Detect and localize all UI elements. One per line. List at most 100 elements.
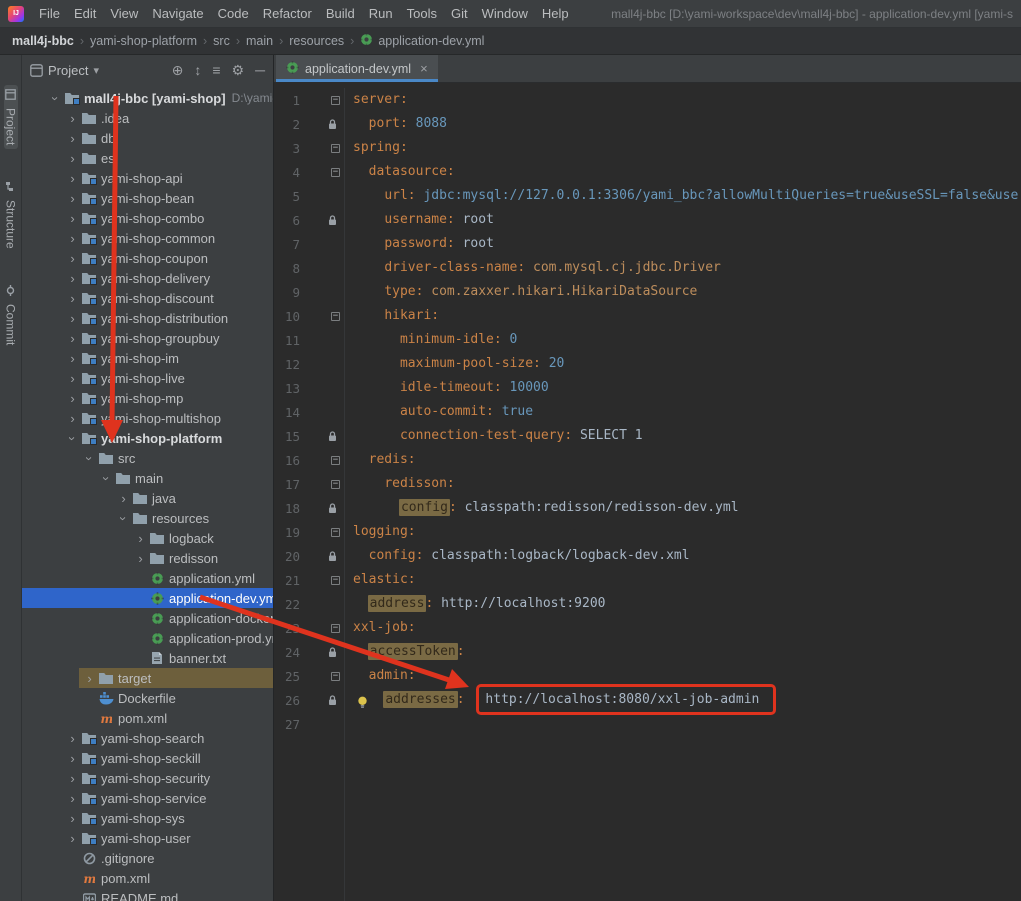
- menu-navigate[interactable]: Navigate: [145, 3, 210, 24]
- code-line-15[interactable]: connection-test-query: SELECT 1: [353, 424, 1021, 448]
- chevron-collapsed-icon[interactable]: ›: [65, 171, 80, 186]
- menu-build[interactable]: Build: [319, 3, 362, 24]
- code-line-26[interactable]: addresses: http://localhost:8080/xxl-job…: [353, 688, 1021, 712]
- tree-item-yami-shop-common[interactable]: ›yami-shop-common: [22, 228, 273, 248]
- tree-item-application-dev-yml[interactable]: application-dev.yml: [22, 588, 273, 608]
- tree-item-yami-shop-multishop[interactable]: ›yami-shop-multishop: [22, 408, 273, 428]
- code-line-18[interactable]: config: classpath:redisson/redisson-dev.…: [353, 496, 1021, 520]
- tree-item-yami-shop-coupon[interactable]: ›yami-shop-coupon: [22, 248, 273, 268]
- fold-marker-icon[interactable]: −: [331, 480, 340, 489]
- breadcrumb-item-yami-shop-platform[interactable]: yami-shop-platform: [88, 34, 199, 48]
- tree-item-es[interactable]: ›es: [22, 148, 273, 168]
- tree-item-yami-shop-sys[interactable]: ›yami-shop-sys: [22, 808, 273, 828]
- tree-item-yami-shop-security[interactable]: ›yami-shop-security: [22, 768, 273, 788]
- chevron-collapsed-icon[interactable]: ›: [65, 731, 80, 746]
- breadcrumb-item-mall4j-bbc[interactable]: mall4j-bbc: [10, 34, 76, 48]
- fold-marker-icon[interactable]: −: [331, 168, 340, 177]
- tree-item-yami-shop-im[interactable]: ›yami-shop-im: [22, 348, 273, 368]
- menu-tools[interactable]: Tools: [400, 3, 444, 24]
- chevron-collapsed-icon[interactable]: ›: [65, 751, 80, 766]
- chevron-collapsed-icon[interactable]: ›: [65, 271, 80, 286]
- breadcrumb-item-main[interactable]: main: [244, 34, 275, 48]
- code-line-2[interactable]: port: 8088: [353, 112, 1021, 136]
- tree-item-mall4j-bbc-yami-shop[interactable]: ›mall4j-bbc [yami-shop]D:\yami-wc: [22, 88, 273, 108]
- code-line-4[interactable]: datasource:: [353, 160, 1021, 184]
- tree-item-pom-xml[interactable]: mpom.xml: [22, 868, 273, 888]
- chevron-collapsed-icon[interactable]: ›: [65, 771, 80, 786]
- tree-item-yami-shop-mp[interactable]: ›yami-shop-mp: [22, 388, 273, 408]
- code-line-17[interactable]: redisson:: [353, 472, 1021, 496]
- code-line-6[interactable]: username: root: [353, 208, 1021, 232]
- fold-marker-icon[interactable]: −: [331, 96, 340, 105]
- chevron-collapsed-icon[interactable]: ›: [65, 371, 80, 386]
- tree-item-yami-shop-search[interactable]: ›yami-shop-search: [22, 728, 273, 748]
- menu-edit[interactable]: Edit: [67, 3, 103, 24]
- tab-application-dev-yml[interactable]: application-dev.yml ×: [276, 55, 438, 82]
- tree-item-logback[interactable]: ›logback: [22, 528, 273, 548]
- chevron-collapsed-icon[interactable]: ›: [65, 791, 80, 806]
- tree-item-yami-shop-delivery[interactable]: ›yami-shop-delivery: [22, 268, 273, 288]
- chevron-collapsed-icon[interactable]: ›: [65, 331, 80, 346]
- chevron-expanded-icon[interactable]: ›: [48, 91, 63, 106]
- tree-item-pom-xml[interactable]: mpom.xml: [22, 708, 273, 728]
- expand-collapse-icon[interactable]: ↕: [194, 63, 201, 77]
- tree-item-java[interactable]: ›java: [22, 488, 273, 508]
- menu-git[interactable]: Git: [444, 3, 475, 24]
- tree-item-yami-shop-api[interactable]: ›yami-shop-api: [22, 168, 273, 188]
- code-line-27[interactable]: [353, 712, 1021, 736]
- chevron-collapsed-icon[interactable]: ›: [65, 831, 80, 846]
- tool-stripe-commit[interactable]: Commit: [4, 281, 18, 349]
- tree-item-target[interactable]: ›target: [22, 668, 273, 688]
- code-line-12[interactable]: maximum-pool-size: 20: [353, 352, 1021, 376]
- tree-item-main[interactable]: ›main: [22, 468, 273, 488]
- locate-icon[interactable]: ⊕: [172, 63, 184, 77]
- code-line-8[interactable]: driver-class-name: com.mysql.cj.jdbc.Dri…: [353, 256, 1021, 280]
- menu-file[interactable]: File: [32, 3, 67, 24]
- chevron-collapsed-icon[interactable]: ›: [65, 391, 80, 406]
- chevron-collapsed-icon[interactable]: ›: [65, 191, 80, 206]
- chevron-collapsed-icon[interactable]: ›: [133, 551, 148, 566]
- tree-item-yami-shop-distribution[interactable]: ›yami-shop-distribution: [22, 308, 273, 328]
- tree-item-resources[interactable]: ›resources: [22, 508, 273, 528]
- code-line-19[interactable]: logging:: [353, 520, 1021, 544]
- menu-run[interactable]: Run: [362, 3, 400, 24]
- chevron-collapsed-icon[interactable]: ›: [65, 411, 80, 426]
- fold-marker-icon[interactable]: −: [331, 456, 340, 465]
- chevron-expanded-icon[interactable]: ›: [116, 511, 131, 526]
- code-line-21[interactable]: elastic:: [353, 568, 1021, 592]
- code-line-7[interactable]: password: root: [353, 232, 1021, 256]
- menu-view[interactable]: View: [103, 3, 145, 24]
- fold-marker-icon[interactable]: −: [331, 576, 340, 585]
- tree-item-redisson[interactable]: ›redisson: [22, 548, 273, 568]
- chevron-collapsed-icon[interactable]: ›: [65, 211, 80, 226]
- chevron-down-icon[interactable]: ▾: [93, 64, 99, 77]
- tree-item-gitignore[interactable]: .gitignore: [22, 848, 273, 868]
- chevron-collapsed-icon[interactable]: ›: [65, 311, 80, 326]
- close-icon[interactable]: ×: [420, 61, 428, 76]
- chevron-collapsed-icon[interactable]: ›: [65, 111, 80, 126]
- code-line-20[interactable]: config: classpath:logback/logback-dev.xm…: [353, 544, 1021, 568]
- code-line-13[interactable]: idle-timeout: 10000: [353, 376, 1021, 400]
- chevron-collapsed-icon[interactable]: ›: [65, 231, 80, 246]
- code-line-23[interactable]: xxl-job:: [353, 616, 1021, 640]
- fold-marker-icon[interactable]: −: [331, 144, 340, 153]
- chevron-expanded-icon[interactable]: ›: [99, 471, 114, 486]
- view-options-icon[interactable]: ≡: [212, 63, 220, 77]
- chevron-expanded-icon[interactable]: ›: [65, 431, 80, 446]
- menu-code[interactable]: Code: [211, 3, 256, 24]
- tree-item-application-prod-yml[interactable]: application-prod.yml: [22, 628, 273, 648]
- project-panel-title[interactable]: Project: [48, 63, 88, 78]
- fold-marker-icon[interactable]: −: [331, 528, 340, 537]
- chevron-collapsed-icon[interactable]: ›: [82, 671, 97, 686]
- menu-window[interactable]: Window: [475, 3, 535, 24]
- tree-item-yami-shop-service[interactable]: ›yami-shop-service: [22, 788, 273, 808]
- fold-marker-icon[interactable]: −: [331, 624, 340, 633]
- tree-item-application-docker-yml[interactable]: application-docker.yml: [22, 608, 273, 628]
- chevron-collapsed-icon[interactable]: ›: [65, 291, 80, 306]
- chevron-collapsed-icon[interactable]: ›: [65, 351, 80, 366]
- chevron-collapsed-icon[interactable]: ›: [65, 131, 80, 146]
- tool-stripe-structure[interactable]: Structure: [4, 177, 18, 253]
- tree-item-readme-md[interactable]: README.md: [22, 888, 273, 901]
- tree-item-src[interactable]: ›src: [22, 448, 273, 468]
- code-area[interactable]: server: port: 8088spring: datasource: ur…: [345, 88, 1021, 901]
